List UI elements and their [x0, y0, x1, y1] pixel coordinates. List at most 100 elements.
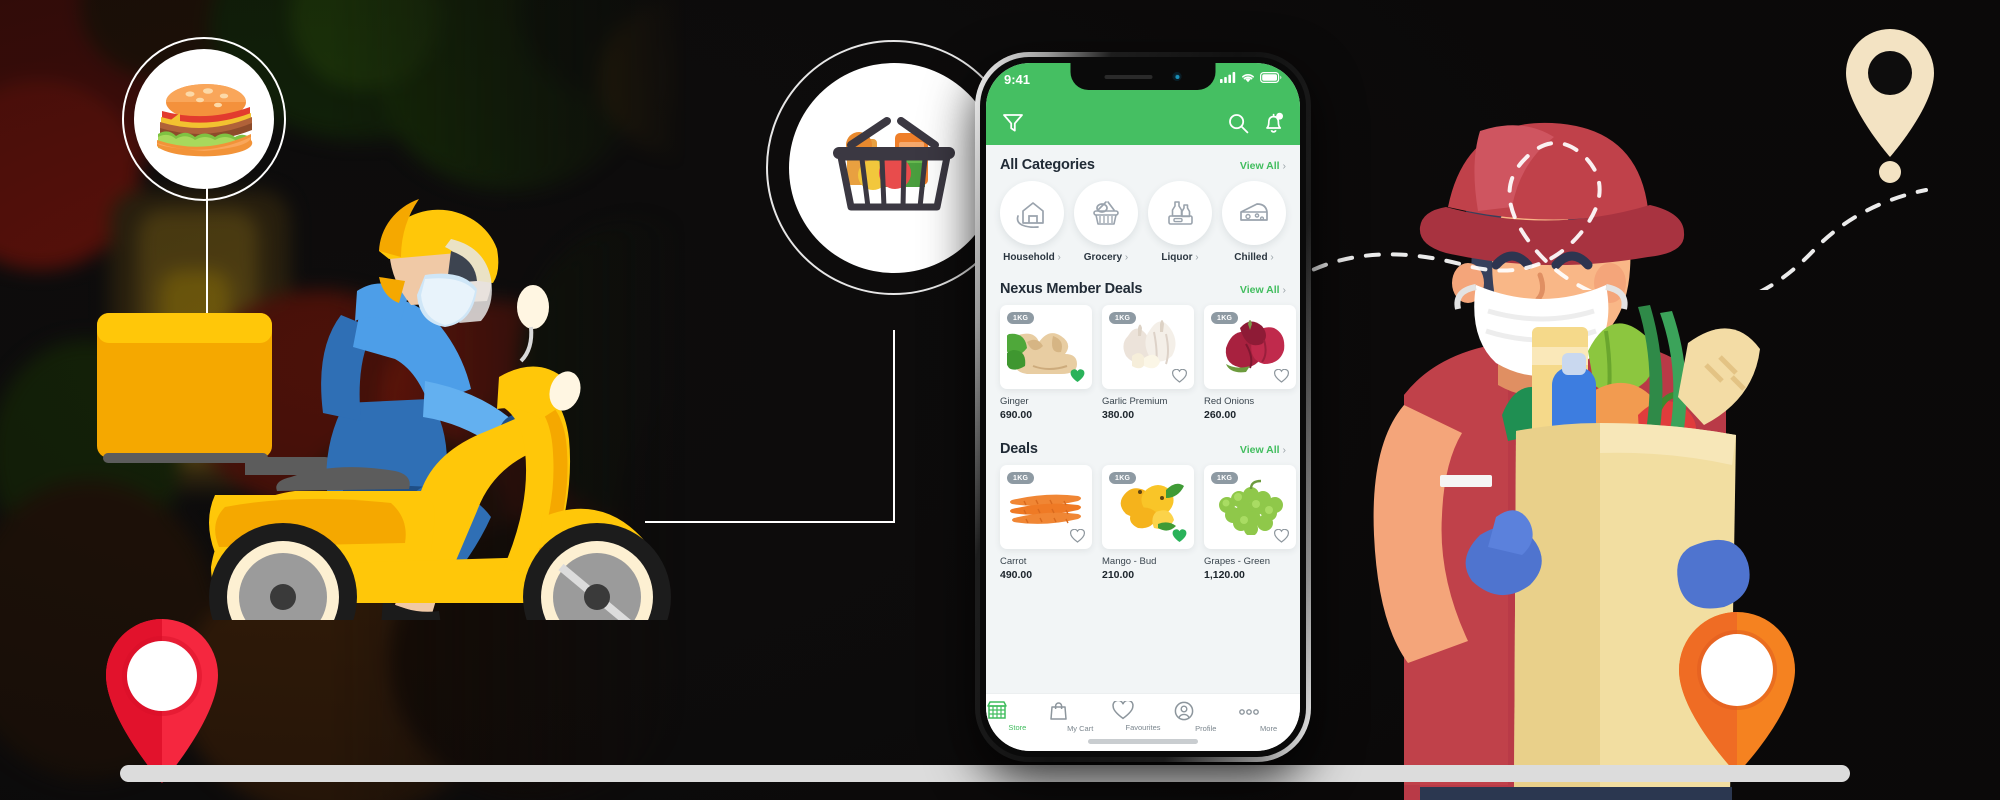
favourite-heart-icon[interactable] [1274, 529, 1289, 543]
tab-more[interactable]: More [1237, 701, 1300, 733]
cat-icon-wrap [1148, 181, 1212, 245]
product-list-nexus[interactable]: 1KG Ginger 690.00 1KG Garlic Premium 380… [986, 303, 1300, 429]
weight-badge: 1KG [1007, 472, 1035, 484]
tab-label: Favourites [1125, 723, 1161, 732]
heart-icon [1111, 701, 1134, 720]
tab-store[interactable]: Store [986, 701, 1049, 732]
shopping-basket-icon [833, 117, 955, 211]
burger-icon [157, 84, 253, 157]
tab-label: More [1260, 724, 1278, 733]
view-all-all-categories[interactable]: View All › [1240, 160, 1286, 172]
product-name: Mango - Bud [1102, 556, 1157, 567]
chevron-right-icon: › [1282, 444, 1287, 456]
section-header-nexus-member-deals: Nexus Member Deals View All › [986, 269, 1300, 303]
category-label: Liquor › [1161, 252, 1199, 263]
product-card-garlic-premium[interactable]: 1KG Garlic Premium 380.00 [1102, 305, 1194, 421]
tab-label: My Cart [1067, 724, 1094, 733]
basket-connector-riser [893, 330, 895, 523]
weight-badge: 1KG [1109, 312, 1137, 324]
section-title: All Categories [1000, 157, 1095, 173]
product-name: Grapes - Green [1204, 556, 1270, 567]
favourite-heart-icon[interactable] [1070, 369, 1085, 383]
product-name: Red Onions [1204, 396, 1255, 407]
section-title: Nexus Member Deals [1000, 281, 1143, 297]
category-grocery[interactable]: Grocery › [1074, 181, 1138, 263]
ellipsis-icon [1239, 709, 1260, 715]
category-liquor[interactable]: Liquor › [1148, 181, 1212, 263]
cheese-wedge-icon [1240, 203, 1268, 221]
home-indicator [1088, 739, 1198, 744]
category-chilled[interactable]: Chilled › [1222, 181, 1286, 263]
tab-favourites[interactable]: Favourites [1111, 701, 1175, 732]
product-price: 1,120.00 [1204, 569, 1245, 581]
notch [1070, 63, 1216, 90]
product-card-mango-bud[interactable]: 1KG Mango - Bud 210.00 [1102, 465, 1194, 581]
product-price: 260.00 [1204, 409, 1237, 421]
product-card-ginger[interactable]: 1KG Ginger 690.00 [1000, 305, 1092, 421]
product-price: 380.00 [1102, 409, 1135, 421]
category-list[interactable]: Household › Grocery › Liquor › Chilled › [986, 179, 1300, 269]
product-name: Garlic Premium [1102, 396, 1168, 407]
cat-icon-wrap [1000, 181, 1064, 245]
product-name: Ginger [1000, 396, 1029, 407]
basket-badge [789, 63, 999, 273]
shopping-bag-icon [1050, 702, 1067, 720]
section-header-all-categories: All Categories View All › [986, 145, 1300, 179]
category-label: Household › [1003, 252, 1061, 263]
earpiece-speaker [1104, 74, 1153, 79]
weight-badge: 1KG [1007, 312, 1035, 324]
favourite-heart-icon[interactable] [1274, 369, 1289, 383]
status-bar: 9:41 [986, 63, 1300, 101]
category-label: Grocery › [1083, 252, 1129, 263]
weight-badge: 1KG [1211, 312, 1239, 324]
phone-mockup: 9:41 All Categories View All › Household… [975, 52, 1311, 762]
tab-my-cart[interactable]: My Cart [1049, 701, 1112, 733]
bottom-shelf-bar [120, 765, 1850, 782]
phone-screen: 9:41 All Categories View All › Household… [986, 63, 1300, 751]
app-content[interactable]: All Categories View All › Household › Gr… [986, 145, 1300, 693]
section-title: Deals [1000, 441, 1038, 457]
favourite-heart-icon[interactable] [1070, 529, 1085, 543]
notification-dot [1276, 112, 1283, 120]
house-in-hand-icon [1016, 202, 1044, 228]
tab-label: Store [1008, 723, 1027, 732]
chevron-right-icon: › [1057, 252, 1061, 263]
notification-bell-icon[interactable] [1263, 112, 1284, 134]
view-all-deals[interactable]: View All › [1240, 444, 1286, 456]
delivery-scooter-rider-illustration [97, 199, 671, 620]
location-pin-red [106, 619, 218, 783]
favourite-heart-icon[interactable] [1172, 529, 1187, 543]
chevron-right-icon: › [1270, 252, 1274, 263]
shopping-basket-icon [1093, 201, 1119, 225]
chevron-right-icon: › [1282, 160, 1287, 172]
product-price: 210.00 [1102, 569, 1135, 581]
product-card-red-onions[interactable]: 1KG Red Onions 260.00 [1204, 305, 1296, 421]
search-icon[interactable] [1228, 113, 1249, 134]
burger-badge [122, 37, 286, 201]
app-bar [986, 101, 1300, 145]
product-price: 690.00 [1000, 409, 1033, 421]
product-card-grapes-green[interactable]: 1KG Grapes - Green 1,120.00 [1204, 465, 1296, 581]
cat-icon-wrap [1074, 181, 1138, 245]
product-card-carrot[interactable]: 1KG Carrot 490.00 [1000, 465, 1092, 581]
view-all-nexus-member-deals[interactable]: View All › [1240, 284, 1286, 296]
wifi-icon [1242, 74, 1254, 83]
product-list-deals[interactable]: 1KG Carrot 490.00 1KG Mango - Bud 210.00… [986, 463, 1300, 589]
bottles-crate-icon [1168, 201, 1193, 225]
favourite-heart-icon[interactable] [1172, 369, 1187, 383]
tab-profile[interactable]: Profile [1174, 701, 1237, 733]
battery-icon [1260, 72, 1282, 83]
category-household[interactable]: Household › [1000, 181, 1064, 263]
filter-funnel-icon[interactable] [1002, 112, 1024, 134]
product-name: Carrot [1000, 556, 1027, 567]
tab-label: Profile [1195, 724, 1217, 733]
weight-badge: 1KG [1211, 472, 1239, 484]
signal-icon [1220, 72, 1236, 83]
location-pin-orange [1679, 612, 1795, 774]
product-price: 490.00 [1000, 569, 1033, 581]
user-circle-icon [1175, 701, 1194, 721]
category-label: Chilled › [1234, 252, 1274, 263]
front-camera [1172, 72, 1182, 81]
storefront-icon [987, 701, 1007, 719]
location-pin-cream [1846, 29, 1934, 183]
